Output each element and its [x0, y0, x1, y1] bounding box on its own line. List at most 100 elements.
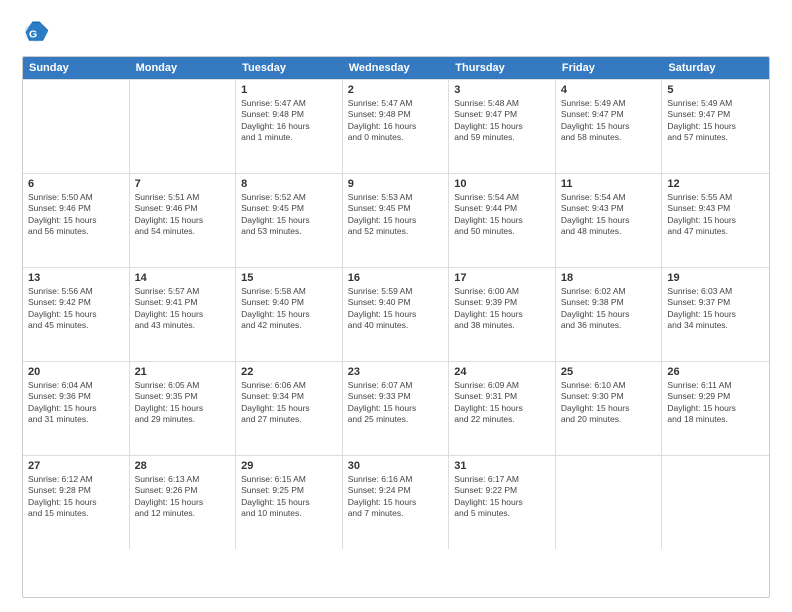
svg-text:G: G: [29, 28, 37, 40]
cell-info: Sunrise: 6:12 AM Sunset: 9:28 PM Dayligh…: [28, 474, 124, 520]
page: G SundayMondayTuesdayWednesdayThursdayFr…: [0, 0, 792, 612]
cell-day-number: 12: [667, 178, 764, 190]
cell-day-number: 5: [667, 84, 764, 96]
cell-day-number: 15: [241, 272, 337, 284]
calendar-cell: 26 Sunrise: 6:11 AM Sunset: 9:29 PM Dayli…: [662, 362, 769, 455]
calendar-cell: [556, 456, 663, 549]
day-header: Sunday: [23, 57, 130, 79]
cell-info: Sunrise: 6:05 AM Sunset: 9:35 PM Dayligh…: [135, 380, 231, 426]
cell-day-number: 30: [348, 460, 444, 472]
cell-day-number: 10: [454, 178, 550, 190]
calendar-cell: 24 Sunrise: 6:09 AM Sunset: 9:31 PM Dayli…: [449, 362, 556, 455]
cell-info: Sunrise: 6:11 AM Sunset: 9:29 PM Dayligh…: [667, 380, 764, 426]
calendar-cell: 16Sunrise: 5:59 AM Sunset: 9:40 PM Dayli…: [343, 268, 450, 361]
cell-day-number: 8: [241, 178, 337, 190]
calendar: SundayMondayTuesdayWednesdayThursdayFrid…: [22, 56, 770, 598]
cell-day-number: 21: [135, 366, 231, 378]
calendar-cell: 10 Sunrise: 5:54 AM Sunset: 9:44 PM Dayli…: [449, 174, 556, 267]
cell-info: Sunrise: 5:47 AM Sunset: 9:48 PM Dayligh…: [241, 98, 337, 144]
cell-day-number: 1: [241, 84, 337, 96]
week-row: 6 Sunrise: 5:50 AM Sunset: 9:46 PM Daylig…: [23, 173, 769, 267]
calendar-cell: 5 Sunrise: 5:49 AM Sunset: 9:47 PM Daylig…: [662, 80, 769, 173]
cell-day-number: 28: [135, 460, 231, 472]
cell-info: Sunrise: 5:47 AM Sunset: 9:48 PM Dayligh…: [348, 98, 444, 144]
calendar-cell: 18Sunrise: 6:02 AM Sunset: 9:38 PM Dayli…: [556, 268, 663, 361]
calendar-cell: 6 Sunrise: 5:50 AM Sunset: 9:46 PM Daylig…: [23, 174, 130, 267]
cell-day-number: 18: [561, 272, 657, 284]
cell-info: Sunrise: 5:50 AM Sunset: 9:46 PM Dayligh…: [28, 192, 124, 238]
calendar-cell: 30Sunrise: 6:16 AM Sunset: 9:24 PM Dayli…: [343, 456, 450, 549]
calendar-cell: [662, 456, 769, 549]
cell-day-number: 24: [454, 366, 550, 378]
calendar-body: 1 Sunrise: 5:47 AM Sunset: 9:48 PM Daylig…: [23, 79, 769, 549]
cell-day-number: 7: [135, 178, 231, 190]
cell-info: Sunrise: 5:54 AM Sunset: 9:43 PM Dayligh…: [561, 192, 657, 238]
cell-info: Sunrise: 6:03 AM Sunset: 9:37 PM Dayligh…: [667, 286, 764, 332]
day-header: Saturday: [662, 57, 769, 79]
day-header: Thursday: [449, 57, 556, 79]
cell-day-number: 22: [241, 366, 337, 378]
calendar-cell: 4 Sunrise: 5:49 AM Sunset: 9:47 PM Daylig…: [556, 80, 663, 173]
calendar-cell: 3Sunrise: 5:48 AM Sunset: 9:47 PM Daylig…: [449, 80, 556, 173]
cell-info: Sunrise: 5:49 AM Sunset: 9:47 PM Dayligh…: [561, 98, 657, 144]
cell-info: Sunrise: 6:13 AM Sunset: 9:26 PM Dayligh…: [135, 474, 231, 520]
week-row: 13Sunrise: 5:56 AM Sunset: 9:42 PM Dayli…: [23, 267, 769, 361]
calendar-cell: 8 Sunrise: 5:52 AM Sunset: 9:45 PM Daylig…: [236, 174, 343, 267]
cell-day-number: 6: [28, 178, 124, 190]
cell-info: Sunrise: 5:54 AM Sunset: 9:44 PM Dayligh…: [454, 192, 550, 238]
cell-info: Sunrise: 6:04 AM Sunset: 9:36 PM Dayligh…: [28, 380, 124, 426]
cell-day-number: 9: [348, 178, 444, 190]
week-row: 1 Sunrise: 5:47 AM Sunset: 9:48 PM Daylig…: [23, 79, 769, 173]
calendar-cell: 9 Sunrise: 5:53 AM Sunset: 9:45 PM Daylig…: [343, 174, 450, 267]
cell-info: Sunrise: 6:00 AM Sunset: 9:39 PM Dayligh…: [454, 286, 550, 332]
logo: G: [22, 18, 54, 46]
calendar-cell: 11Sunrise: 5:54 AM Sunset: 9:43 PM Dayli…: [556, 174, 663, 267]
cell-info: Sunrise: 6:06 AM Sunset: 9:34 PM Dayligh…: [241, 380, 337, 426]
day-header: Friday: [556, 57, 663, 79]
cell-info: Sunrise: 5:55 AM Sunset: 9:43 PM Dayligh…: [667, 192, 764, 238]
calendar-cell: 22 Sunrise: 6:06 AM Sunset: 9:34 PM Dayli…: [236, 362, 343, 455]
cell-info: Sunrise: 6:17 AM Sunset: 9:22 PM Dayligh…: [454, 474, 550, 520]
cell-info: Sunrise: 6:09 AM Sunset: 9:31 PM Dayligh…: [454, 380, 550, 426]
calendar-cell: [23, 80, 130, 173]
week-row: 20 Sunrise: 6:04 AM Sunset: 9:36 PM Dayli…: [23, 361, 769, 455]
cell-day-number: 19: [667, 272, 764, 284]
cell-info: Sunrise: 5:58 AM Sunset: 9:40 PM Dayligh…: [241, 286, 337, 332]
calendar-cell: 27 Sunrise: 6:12 AM Sunset: 9:28 PM Dayli…: [23, 456, 130, 549]
cell-day-number: 29: [241, 460, 337, 472]
cell-info: Sunrise: 6:07 AM Sunset: 9:33 PM Dayligh…: [348, 380, 444, 426]
cell-day-number: 14: [135, 272, 231, 284]
cell-day-number: 20: [28, 366, 124, 378]
calendar-cell: 13Sunrise: 5:56 AM Sunset: 9:42 PM Dayli…: [23, 268, 130, 361]
cell-info: Sunrise: 5:48 AM Sunset: 9:47 PM Dayligh…: [454, 98, 550, 144]
calendar-cell: 28 Sunrise: 6:13 AM Sunset: 9:26 PM Dayli…: [130, 456, 237, 549]
calendar-cell: [130, 80, 237, 173]
cell-info: Sunrise: 5:53 AM Sunset: 9:45 PM Dayligh…: [348, 192, 444, 238]
calendar-cell: 14 Sunrise: 5:57 AM Sunset: 9:41 PM Dayli…: [130, 268, 237, 361]
cell-info: Sunrise: 5:49 AM Sunset: 9:47 PM Dayligh…: [667, 98, 764, 144]
day-header: Tuesday: [236, 57, 343, 79]
cell-day-number: 25: [561, 366, 657, 378]
cell-info: Sunrise: 5:57 AM Sunset: 9:41 PM Dayligh…: [135, 286, 231, 332]
cell-info: Sunrise: 5:59 AM Sunset: 9:40 PM Dayligh…: [348, 286, 444, 332]
cell-day-number: 4: [561, 84, 657, 96]
calendar-cell: 17 Sunrise: 6:00 AM Sunset: 9:39 PM Dayli…: [449, 268, 556, 361]
calendar-cell: 21 Sunrise: 6:05 AM Sunset: 9:35 PM Dayli…: [130, 362, 237, 455]
calendar-cell: 19 Sunrise: 6:03 AM Sunset: 9:37 PM Dayli…: [662, 268, 769, 361]
cell-day-number: 27: [28, 460, 124, 472]
cell-day-number: 23: [348, 366, 444, 378]
cell-info: Sunrise: 5:52 AM Sunset: 9:45 PM Dayligh…: [241, 192, 337, 238]
calendar-cell: 31 Sunrise: 6:17 AM Sunset: 9:22 PM Dayli…: [449, 456, 556, 549]
day-header: Monday: [130, 57, 237, 79]
cell-day-number: 17: [454, 272, 550, 284]
cell-info: Sunrise: 5:56 AM Sunset: 9:42 PM Dayligh…: [28, 286, 124, 332]
header: G: [22, 18, 770, 46]
day-header: Wednesday: [343, 57, 450, 79]
week-row: 27 Sunrise: 6:12 AM Sunset: 9:28 PM Dayli…: [23, 455, 769, 549]
calendar-cell: 7 Sunrise: 5:51 AM Sunset: 9:46 PM Daylig…: [130, 174, 237, 267]
cell-info: Sunrise: 6:15 AM Sunset: 9:25 PM Dayligh…: [241, 474, 337, 520]
cell-info: Sunrise: 6:10 AM Sunset: 9:30 PM Dayligh…: [561, 380, 657, 426]
cell-info: Sunrise: 5:51 AM Sunset: 9:46 PM Dayligh…: [135, 192, 231, 238]
cell-day-number: 26: [667, 366, 764, 378]
cell-day-number: 31: [454, 460, 550, 472]
